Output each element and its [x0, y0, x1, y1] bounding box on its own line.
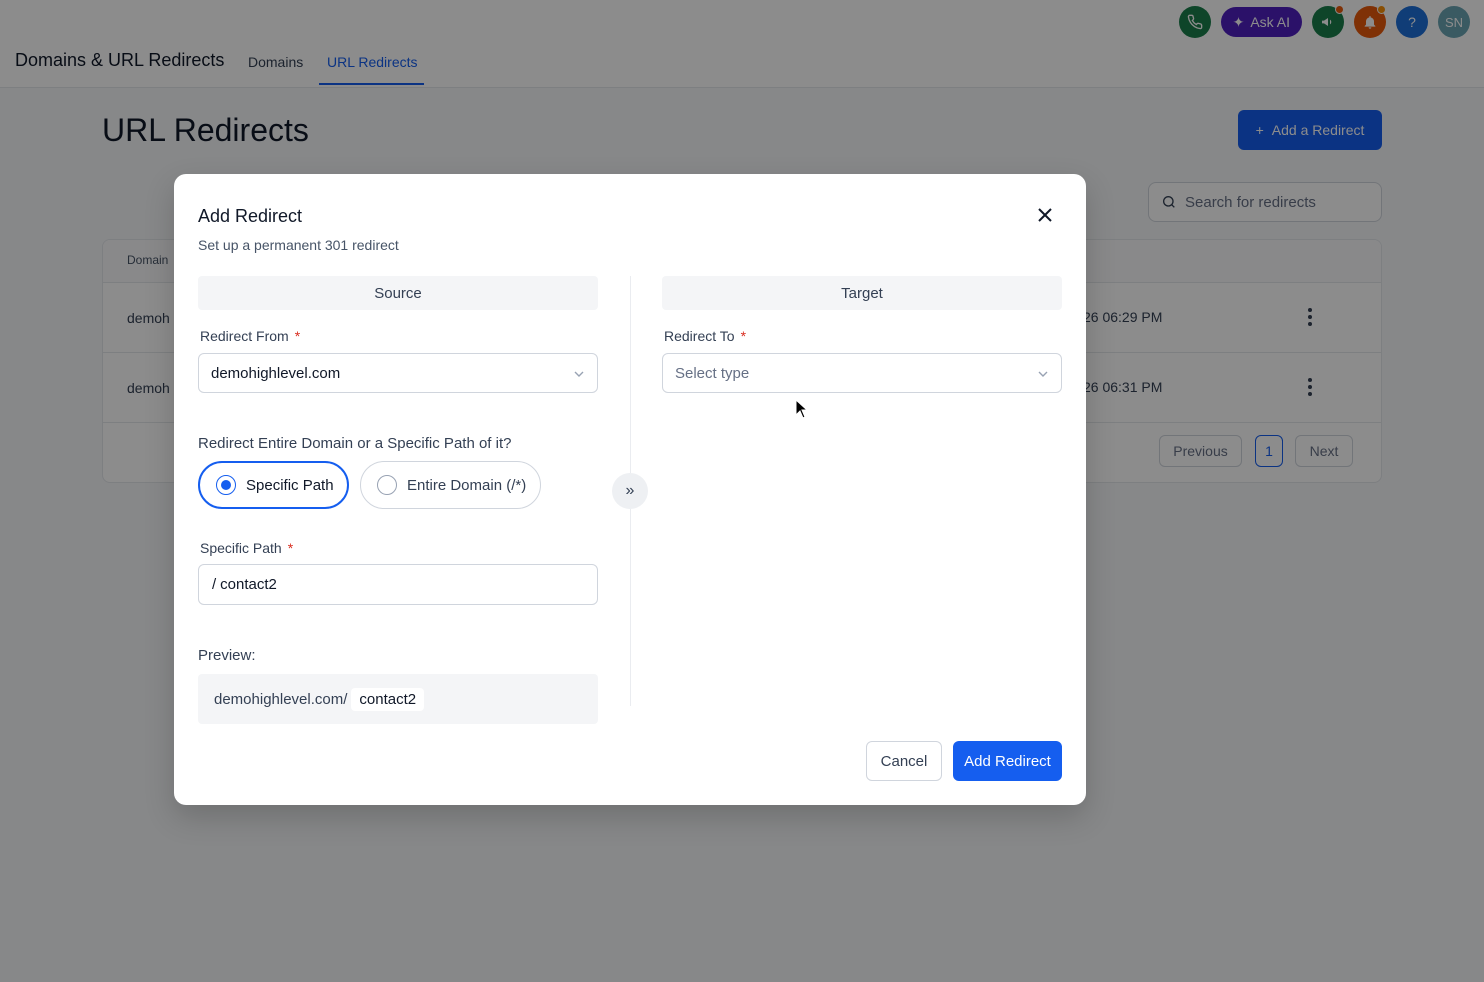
close-icon[interactable]	[1034, 204, 1056, 226]
redirect-to-label: Redirect To *	[664, 328, 747, 344]
redirect-from-value: demohighlevel.com	[211, 364, 341, 382]
required-mark: *	[287, 540, 294, 556]
specific-path-option-label: Specific Path	[246, 476, 334, 494]
redirect-to-placeholder: Select type	[675, 364, 750, 382]
entire-domain-option-label: Entire Domain (/*)	[407, 476, 527, 494]
path-value: contact2	[220, 576, 277, 593]
redirect-from-label: Redirect From *	[200, 328, 301, 344]
specific-path-input[interactable]: / contact2	[198, 564, 598, 605]
modal-subtitle: Set up a permanent 301 redirect	[198, 237, 399, 253]
entire-domain-option[interactable]: Entire Domain (/*)	[360, 461, 541, 509]
specific-path-label: Specific Path *	[200, 540, 294, 556]
preview-path-chip: contact2	[351, 687, 425, 711]
add-redirect-modal: Add Redirect Set up a permanent 301 redi…	[174, 174, 1086, 805]
redirect-from-select[interactable]: demohighlevel.com	[198, 353, 598, 393]
target-header: Target	[662, 276, 1062, 310]
required-mark: *	[294, 328, 301, 344]
preview-domain: demohighlevel.com/	[214, 690, 348, 708]
add-redirect-button[interactable]: Add Redirect	[953, 741, 1062, 781]
redirect-scope-question: Redirect Entire Domain or a Specific Pat…	[198, 435, 512, 452]
radio-selected[interactable]	[216, 475, 236, 495]
required-mark: *	[740, 328, 747, 344]
chevron-down-icon	[574, 371, 584, 377]
preview-box: demohighlevel.com/ contact2	[198, 674, 598, 724]
specific-path-option[interactable]: Specific Path	[198, 461, 349, 509]
mouse-cursor-icon	[795, 399, 809, 419]
redirect-to-select[interactable]: Select type	[662, 353, 1062, 393]
path-prefix: /	[212, 576, 217, 593]
chevron-down-icon	[1038, 371, 1048, 377]
preview-label: Preview:	[198, 647, 256, 664]
cancel-button[interactable]: Cancel	[866, 741, 942, 781]
radio-unselected[interactable]	[377, 475, 397, 495]
modal-title: Add Redirect	[198, 206, 303, 226]
source-header: Source	[198, 276, 598, 310]
double-chevron-right-icon[interactable]: »	[612, 473, 648, 509]
